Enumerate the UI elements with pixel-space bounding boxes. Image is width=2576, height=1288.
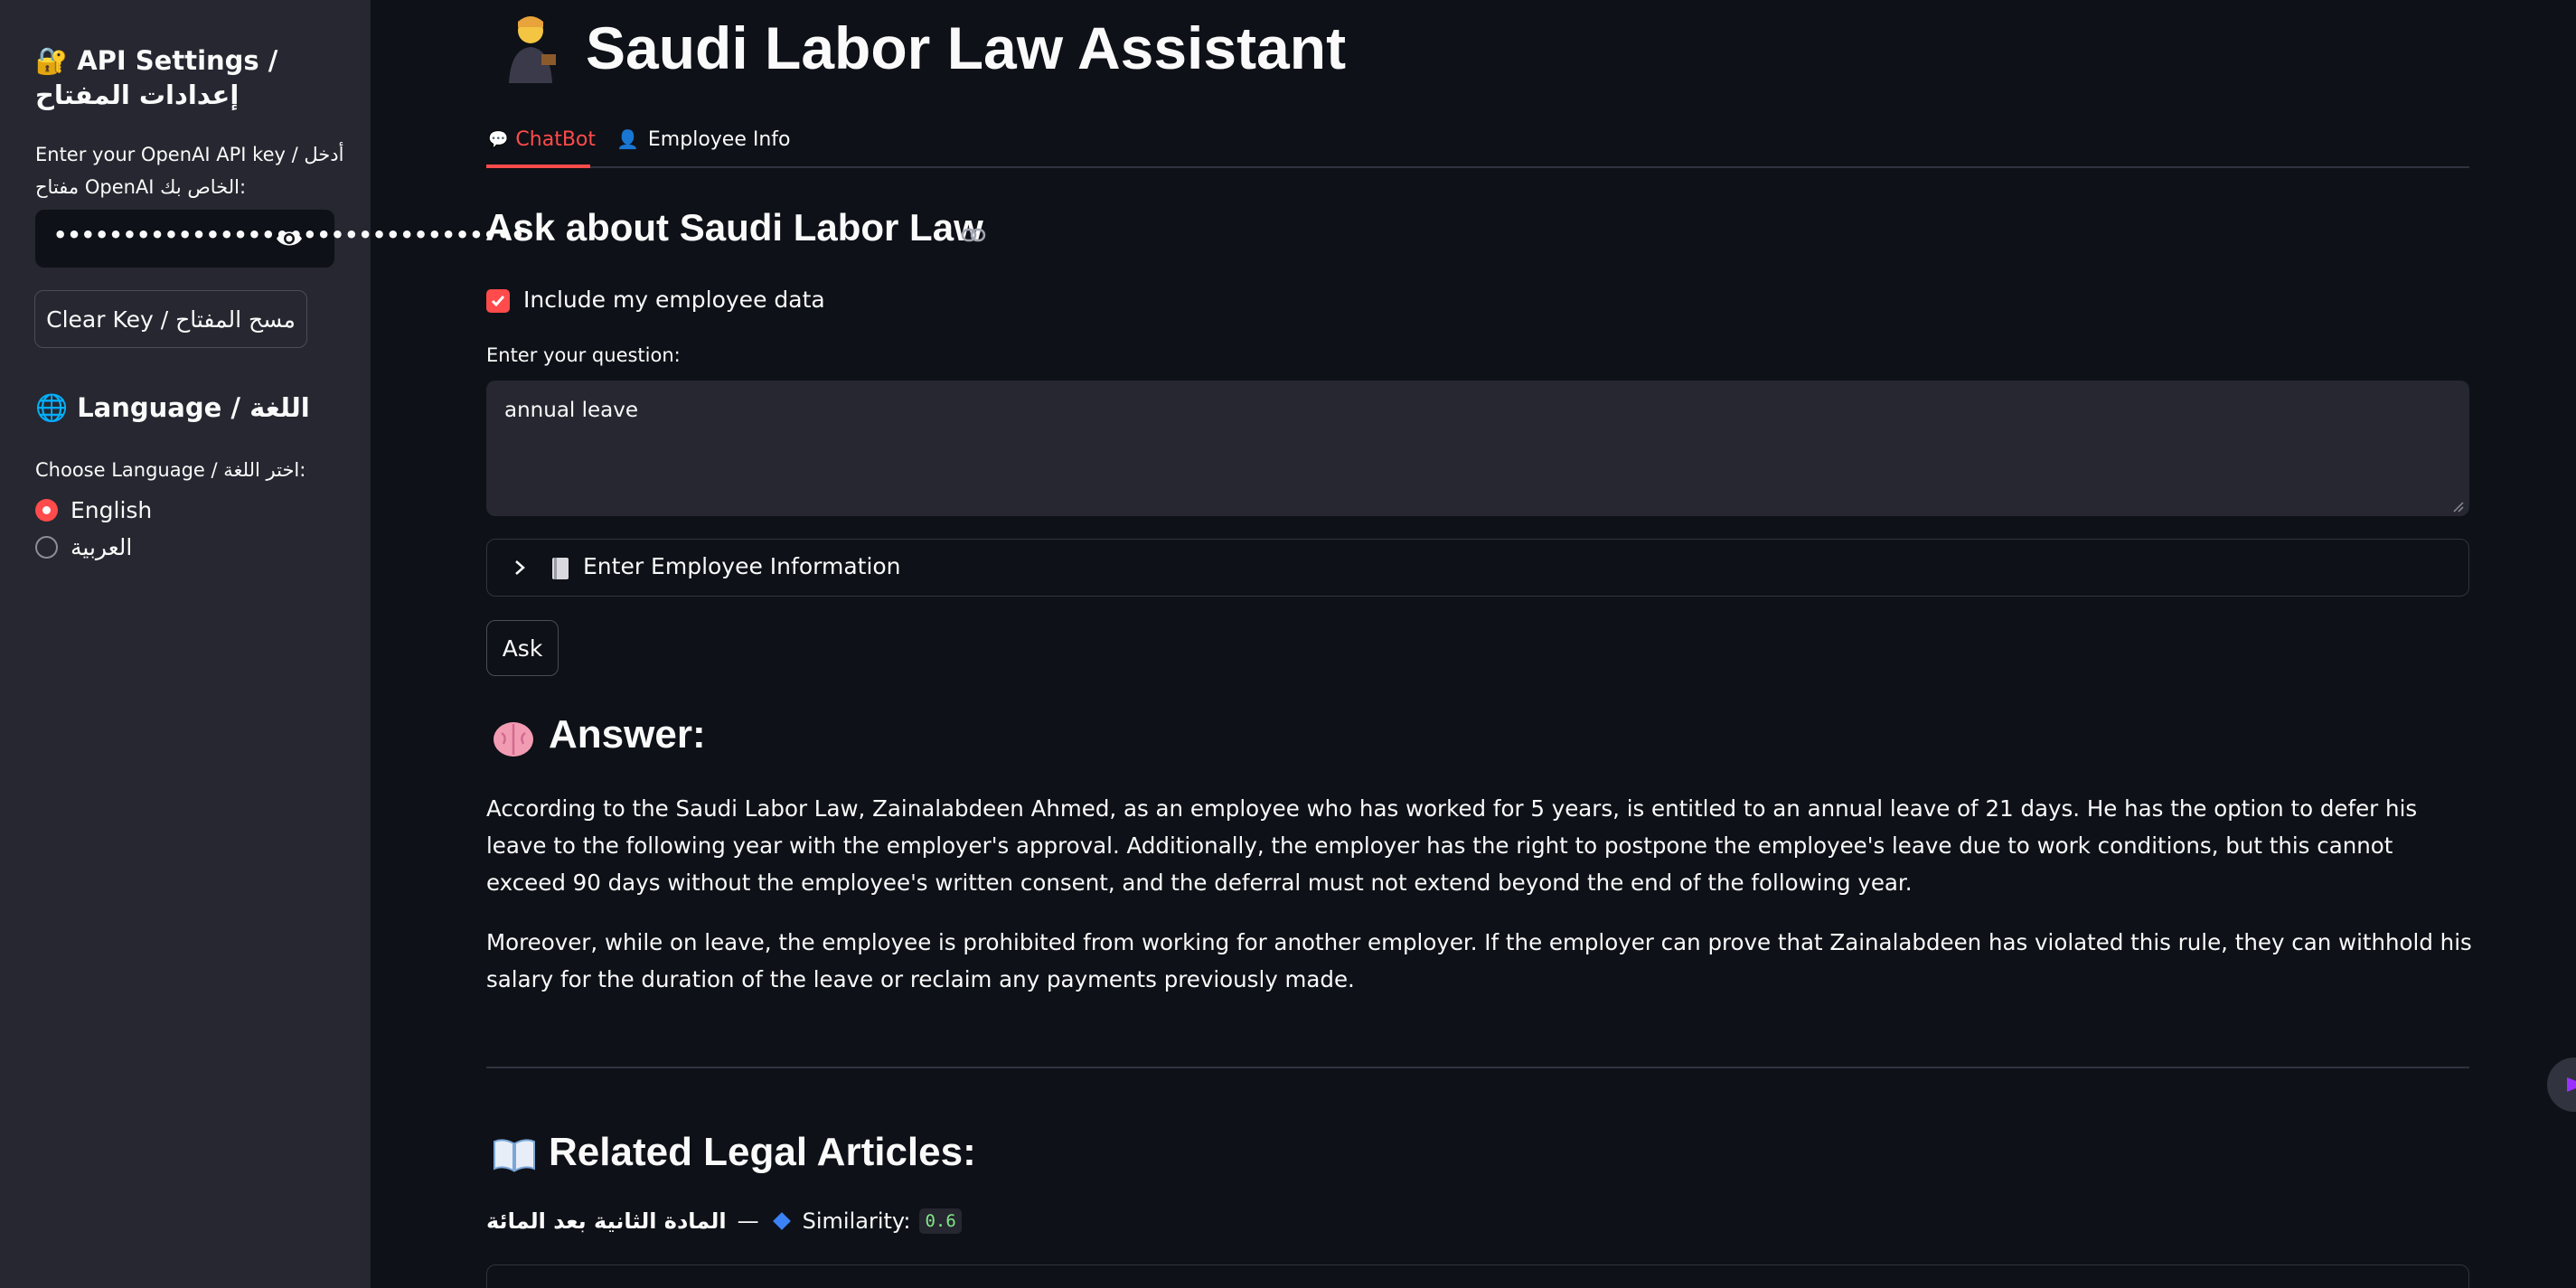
tab-label: ChatBot: [515, 127, 597, 151]
sidebar: 🔐 API Settings / إعدادات المفتاح Enter y…: [0, 0, 525, 1288]
brain-icon: [494, 722, 533, 757]
question-label: Enter your question:: [486, 344, 681, 366]
tab-employee-info[interactable]: 👤 Employee Info: [616, 121, 791, 157]
tab-chatbot[interactable]: 💬 ChatBot: [488, 121, 596, 157]
api-settings-title: 🔐 API Settings / إعدادات المفتاح: [35, 45, 278, 110]
similarity-value: 0.6: [919, 1208, 962, 1234]
language-option-arabic[interactable]: العربية: [35, 534, 132, 560]
similarity-label: Similarity:: [802, 1208, 911, 1234]
include-employee-data-label: Include my employee data: [523, 287, 825, 313]
language-option-label: English: [71, 497, 153, 523]
tab-label: Employee Info: [647, 127, 791, 151]
chevron-right-icon: [515, 560, 525, 575]
check-icon: [491, 296, 505, 307]
floating-action-button[interactable]: [2547, 1058, 2576, 1112]
open-book-icon: [494, 1139, 535, 1172]
question-value: annual leave: [504, 399, 639, 422]
person-icon: [509, 16, 556, 83]
api-key-label: Enter your OpenAI API key / أدخل مفتاح O…: [35, 144, 344, 198]
answer-paragraph: Moreover, while on leave, the employee i…: [486, 929, 2472, 992]
document-icon: [552, 558, 569, 579]
speech-bubble-icon: 💬: [488, 129, 509, 149]
related-article-header: المادة الثانية بعد المائة — Similarity: …: [486, 1208, 962, 1234]
question-textarea[interactable]: annual leave: [486, 381, 2469, 516]
radio-selected-icon: [35, 499, 58, 522]
ask-button[interactable]: Ask: [486, 620, 559, 676]
language-option-english[interactable]: English: [35, 497, 152, 523]
link-icon[interactable]: [961, 226, 986, 244]
eye-icon[interactable]: [275, 228, 304, 249]
include-employee-data-checkbox[interactable]: [486, 289, 510, 313]
diamond-icon: [772, 1212, 791, 1230]
language-label: Choose Language / اختر اللغة:: [35, 459, 306, 481]
active-tab-indicator: [486, 165, 590, 168]
user-icon: 👤: [616, 128, 639, 150]
api-key-input[interactable]: ••••••••••••••••••••••••••••••••••: [35, 210, 525, 268]
expander-label: Enter Employee Information: [583, 553, 901, 579]
separator: —: [737, 1208, 759, 1234]
related-articles-title: Related Legal Articles:: [549, 1130, 976, 1174]
page-title: Saudi Labor Law Assistant: [586, 14, 1347, 81]
related-article-expander[interactable]: [486, 1264, 2469, 1288]
answer-paragraph: According to the Saudi Labor Law, Zainal…: [486, 795, 2418, 896]
answer-title: Answer:: [549, 712, 706, 757]
clear-key-button[interactable]: Clear Key / مسح المفتاح: [34, 290, 307, 348]
language-option-label: العربية: [71, 534, 133, 560]
radio-unselected-icon: [35, 536, 58, 559]
section-title: Ask about Saudi Labor Law: [485, 206, 983, 249]
related-article-name: المادة الثانية بعد المائة: [486, 1208, 727, 1234]
employee-info-expander[interactable]: Enter Employee Information: [486, 539, 2469, 597]
divider: [486, 1067, 2469, 1068]
resize-grip-icon[interactable]: [2449, 498, 2464, 512]
language-title: 🌐 Language / اللغة: [35, 392, 310, 423]
